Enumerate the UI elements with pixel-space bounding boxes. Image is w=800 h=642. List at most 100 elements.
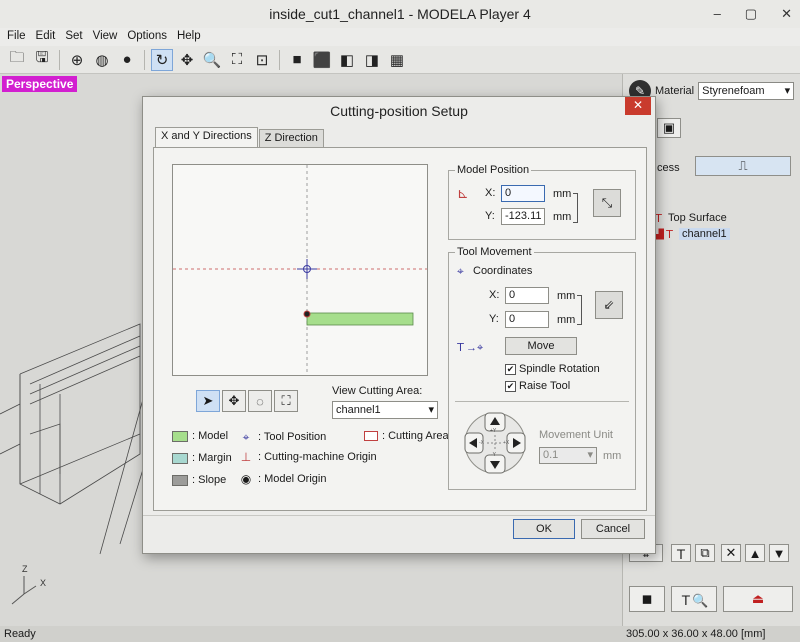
- jog-minus-y-hit[interactable]: [473, 457, 493, 477]
- movement-unit-value: 0.1: [543, 449, 559, 461]
- globe-grid-icon[interactable]: ⊕: [66, 49, 88, 71]
- machine-origin-icon: ⊥: [240, 450, 252, 464]
- view-cutting-area-select[interactable]: channel1: [332, 401, 438, 419]
- bracket: [573, 193, 578, 223]
- model-x-unit: mm: [553, 188, 572, 200]
- legend-cutting-area: : Cutting Area: [364, 430, 449, 442]
- move-down-icon[interactable]: ▼: [769, 544, 789, 562]
- view-tools: ➤ ✥ ◌ ⛶: [196, 390, 298, 412]
- legend-label: : Model Origin: [258, 473, 327, 485]
- jog-minus-x-hit[interactable]: [453, 431, 473, 451]
- set-model-origin-icon[interactable]: ⤡: [593, 189, 621, 217]
- preview-icon[interactable]: ◼: [629, 586, 665, 612]
- tool-search-icon[interactable]: Ｔ🔍: [671, 586, 717, 612]
- zoom-icon[interactable]: ◌: [248, 390, 272, 412]
- menu-file[interactable]: File: [4, 28, 33, 46]
- bracket: [577, 295, 582, 325]
- model-position-title: Model Position: [455, 164, 532, 176]
- zoom-area-icon[interactable]: ⊡: [251, 49, 273, 71]
- crosshair-icon: ⌖: [242, 429, 250, 444]
- model-dimensions: 305.00 x 36.00 x 48.00 [mm]: [626, 628, 766, 640]
- margin-swatch: [172, 452, 188, 464]
- axis-z-label: Z: [22, 564, 28, 574]
- goto-origin-icon[interactable]: ⇙: [595, 291, 623, 319]
- move-up-icon[interactable]: ▲: [745, 544, 765, 562]
- jog-plus-y-hit[interactable]: [473, 409, 493, 429]
- dialog-close-button[interactable]: ✕: [625, 97, 651, 115]
- menu-options[interactable]: Options: [124, 28, 174, 46]
- legend-label: : Cutting Area: [382, 430, 449, 442]
- copy-icon[interactable]: ⧉: [695, 544, 715, 562]
- spindle-rotation-checkbox[interactable]: ✔ Spindle Rotation: [505, 363, 600, 375]
- cutting-area-preview[interactable]: [172, 164, 428, 376]
- menu-help[interactable]: Help: [174, 28, 208, 46]
- move-button[interactable]: Move: [505, 337, 577, 355]
- close-window-button[interactable]: ✕: [781, 0, 792, 28]
- cube-front-icon[interactable]: ■: [286, 49, 308, 71]
- menu-set[interactable]: Set: [62, 28, 89, 46]
- tree-item-label: Top Surface: [668, 212, 727, 224]
- material-settings-icon[interactable]: ▣: [657, 118, 681, 138]
- pan-icon[interactable]: ✥: [222, 390, 246, 412]
- tree-item-channel1[interactable]: ▟Ｔ channel1: [653, 226, 730, 242]
- cancel-button[interactable]: Cancel: [581, 519, 645, 539]
- tool-y-unit: mm: [557, 314, 576, 326]
- legend-model: : Model: [172, 430, 228, 442]
- checkbox-checked-icon: ✔: [505, 363, 516, 375]
- model-origin-icon: ◉: [240, 472, 252, 486]
- pan-icon[interactable]: ✥: [176, 49, 198, 71]
- globe-icon[interactable]: ◍: [91, 49, 113, 71]
- tool-y-input[interactable]: 0: [505, 311, 549, 328]
- slope-swatch: [172, 474, 188, 486]
- axis-x-label: X: [40, 578, 46, 588]
- fit-frame-icon[interactable]: ⛶: [226, 49, 248, 71]
- tool-position-marker: [297, 259, 317, 279]
- grid-view-icon[interactable]: ▦: [386, 49, 408, 71]
- rotate-icon[interactable]: ↻: [151, 48, 173, 71]
- process-step-icon[interactable]: ⎍: [695, 156, 791, 176]
- model-x-input[interactable]: 0: [501, 185, 545, 202]
- coordinates-crosshair-icon: ⌖: [457, 264, 464, 278]
- cube-iso-icon[interactable]: ◨: [361, 49, 383, 71]
- dialog-tabs: X and Y Directions Z Direction: [155, 127, 325, 147]
- cut-icon[interactable]: ⏏: [723, 586, 793, 612]
- sphere-icon[interactable]: ●: [116, 49, 138, 71]
- save-icon[interactable]: 🖫: [31, 49, 53, 71]
- tree-item-top-surface[interactable]: Ｔ Top Surface: [653, 210, 730, 226]
- ok-button[interactable]: OK: [513, 519, 575, 539]
- delete-icon[interactable]: ✕: [721, 544, 741, 562]
- tree-item-label: channel1: [679, 228, 730, 240]
- view-cutting-area-label: View Cutting Area:: [332, 385, 423, 397]
- menu-view[interactable]: View: [90, 28, 125, 46]
- toolbar-separator: [144, 49, 145, 70]
- raise-tool-checkbox[interactable]: ✔ Raise Tool: [505, 380, 570, 392]
- legend-label: : Margin: [192, 452, 232, 464]
- open-folder-icon[interactable]: 🗀: [6, 49, 28, 71]
- menu-bar: File Edit Set View Options Help: [0, 28, 800, 46]
- tab-z-direction[interactable]: Z Direction: [258, 129, 324, 147]
- toolbar-separator: [59, 49, 60, 70]
- legend-label: : Cutting-machine Origin: [258, 451, 377, 463]
- legend-tool-position: ⌖ : Tool Position: [238, 429, 327, 444]
- movement-unit-select[interactable]: 0.1 ▾: [539, 447, 597, 464]
- jog-plus-x-hit[interactable]: [509, 431, 529, 451]
- tool-add-icon[interactable]: Ｔ: [671, 544, 691, 562]
- tool-move-arrow-icon: Ｔ→⌖: [455, 342, 484, 354]
- cube-side-icon[interactable]: ◧: [336, 49, 358, 71]
- cube-top-icon[interactable]: ⬛: [311, 49, 333, 71]
- zoom-icon[interactable]: 🔍: [201, 49, 223, 71]
- legend-model-origin: ◉ : Model Origin: [238, 472, 327, 486]
- model-origin-axis-icon: ⊾: [457, 185, 469, 201]
- preview-drawing: [173, 165, 427, 375]
- pointer-icon[interactable]: ➤: [196, 390, 220, 412]
- tool-x-input[interactable]: 0: [505, 287, 549, 304]
- minimize-button[interactable]: –: [714, 0, 721, 28]
- maximize-button[interactable]: ▢: [745, 0, 757, 28]
- material-label: Material: [655, 85, 695, 97]
- tab-xy-directions[interactable]: X and Y Directions: [155, 127, 258, 147]
- model-y-input[interactable]: -123.11: [501, 208, 545, 225]
- material-select[interactable]: Styrenefoam: [698, 82, 795, 100]
- menu-edit[interactable]: Edit: [33, 28, 63, 46]
- model-rect: [306, 312, 414, 326]
- fit-icon[interactable]: ⛶: [274, 390, 298, 412]
